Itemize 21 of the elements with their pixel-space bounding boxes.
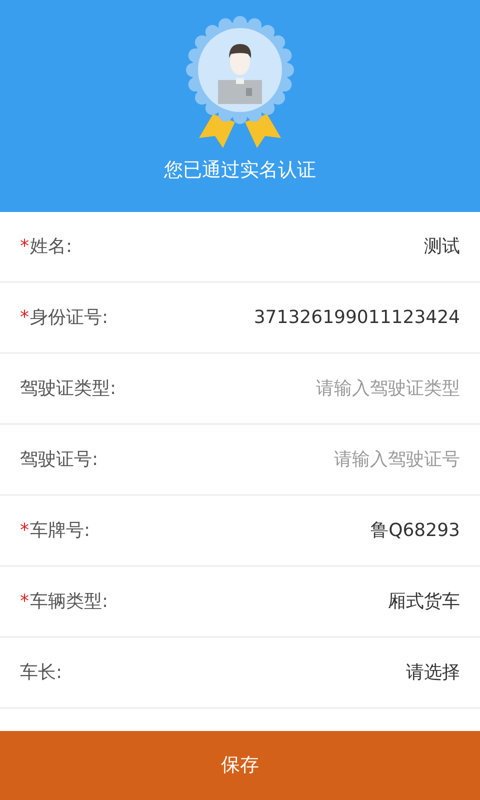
required-mark: *	[20, 235, 29, 259]
field-label: 身份证号:	[30, 306, 108, 330]
required-mark: *	[20, 519, 29, 543]
verification-status: 您已通过实名认证	[164, 158, 316, 183]
save-button[interactable]: 保存	[0, 731, 480, 800]
input-field[interactable]: 请选择	[200, 659, 460, 686]
input-field[interactable]: 请输入驾驶证号	[200, 446, 460, 473]
field-label: 车牌号:	[30, 519, 90, 543]
input-field[interactable]: 测试	[200, 233, 460, 260]
verified-badge-icon	[185, 14, 295, 150]
field-label: 驾驶证号:	[20, 448, 98, 472]
input-field[interactable]: 请输入驾驶证类型	[200, 375, 460, 402]
required-mark: *	[20, 306, 29, 330]
input-field[interactable]: 厢式货车	[200, 588, 460, 615]
field-label: 驾驶证类型:	[20, 377, 116, 401]
field-label: 姓名:	[30, 235, 72, 259]
field-label: 车长:	[20, 661, 62, 685]
field-label: 车辆类型:	[30, 590, 108, 614]
required-mark: *	[20, 590, 29, 614]
input-field[interactable]: 鲁Q68293	[200, 517, 460, 544]
input-field[interactable]: 371326199011123424	[200, 304, 460, 331]
